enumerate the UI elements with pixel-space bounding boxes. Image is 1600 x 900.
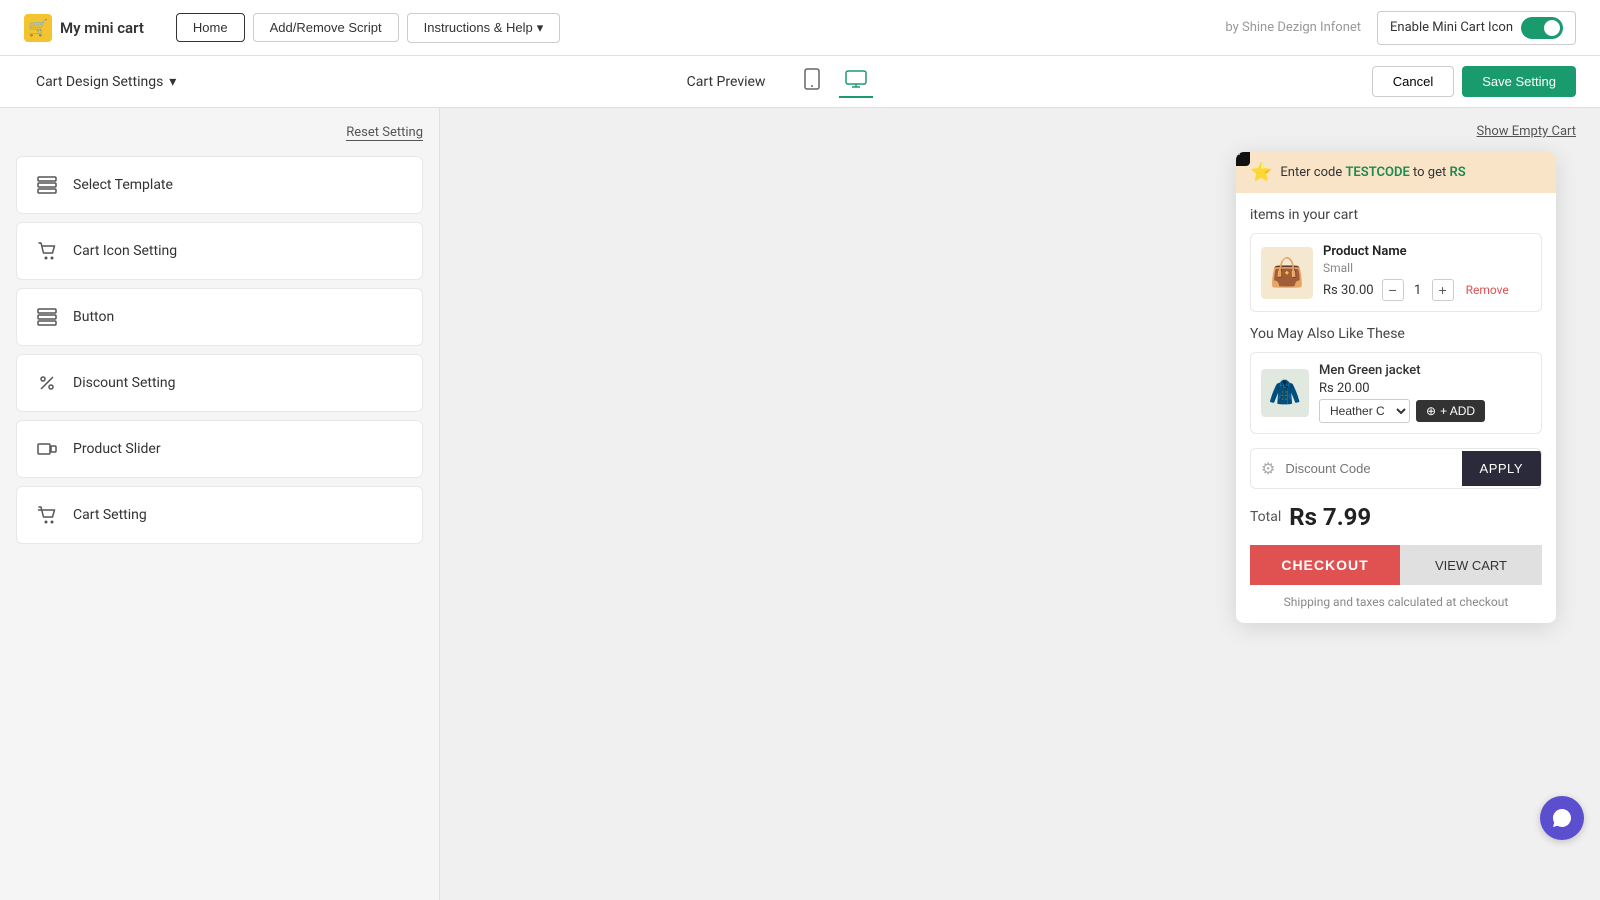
device-icon-group (797, 64, 873, 100)
cart-preview-label: Cart Preview (687, 74, 766, 90)
quantity-controls: − 1 + (1382, 279, 1454, 301)
preview-area: Show Empty Cart ✕ ⭐ Enter code TESTCODE … (440, 108, 1600, 900)
sidebar-item-label: Product Slider (73, 441, 161, 457)
desktop-view-icon[interactable] (839, 66, 873, 98)
show-empty-cart-link[interactable]: Show Empty Cart (1476, 124, 1576, 139)
cart-section-title: items in your cart (1250, 207, 1542, 223)
app-title: My mini cart (60, 19, 144, 37)
total-row: Total Rs 7.99 (1250, 503, 1542, 531)
cart-item-price-row: Rs 30.00 − 1 + Remove (1323, 279, 1531, 301)
remove-item-link[interactable]: Remove (1466, 283, 1509, 297)
sidebar-item-label: Cart Setting (73, 507, 147, 523)
cart-item-price: Rs 30.00 (1323, 283, 1374, 298)
sidebar-item-label: Cart Icon Setting (73, 243, 177, 259)
cart-icon-setting-icon (33, 237, 61, 265)
cart-item-name: Product Name (1323, 244, 1531, 259)
checkout-buttons: CHECKOUT VIEW CART (1250, 545, 1542, 585)
qty-increase-button[interactable]: + (1432, 279, 1454, 301)
app-logo: 🛒 My mini cart (24, 14, 144, 42)
select-template-icon (33, 171, 61, 199)
discount-setting-icon (33, 369, 61, 397)
chat-bubble-button[interactable] (1540, 796, 1584, 840)
total-amount: Rs 7.99 (1289, 503, 1371, 531)
logo-icon: 🛒 (24, 14, 52, 42)
reset-setting-link[interactable]: Reset Setting (16, 124, 423, 140)
save-setting-button[interactable]: Save Setting (1462, 66, 1576, 97)
top-nav-bar: 🛒 My mini cart Home Add/Remove Script In… (0, 0, 1600, 56)
cart-design-settings-button[interactable]: Cart Design Settings ▾ (24, 68, 188, 96)
sidebar-item-cart-setting[interactable]: Cart Setting (16, 486, 423, 544)
also-like-price: Rs 20.00 (1319, 381, 1531, 396)
sidebar-item-cart-icon-setting[interactable]: Cart Icon Setting (16, 222, 423, 280)
enable-mini-cart-label: Enable Mini Cart Icon (1390, 20, 1513, 35)
discount-row: ⚙ APPLY (1250, 448, 1542, 489)
second-bar-actions: Cancel Save Setting (1372, 66, 1576, 97)
cart-setting-icon (33, 501, 61, 529)
cancel-button[interactable]: Cancel (1372, 66, 1454, 97)
second-bar: Cart Design Settings ▾ Cart Preview Canc… (0, 56, 1600, 108)
preview-center: Cart Preview (687, 64, 874, 100)
sidebar-item-button[interactable]: Button (16, 288, 423, 346)
promo-text: Enter code TESTCODE to get RS (1280, 165, 1465, 180)
chevron-down-icon-2: ▾ (169, 74, 176, 90)
checkout-button[interactable]: CHECKOUT (1250, 545, 1400, 585)
also-like-card: 🧥 Men Green jacket Rs 20.00 Heather C He… (1250, 352, 1542, 434)
cart-item-image: 👜 (1261, 247, 1313, 299)
also-like-name: Men Green jacket (1319, 363, 1531, 378)
sidebar-item-product-slider[interactable]: Product Slider (16, 420, 423, 478)
top-nav-buttons: Home Add/Remove Script Instructions & He… (176, 13, 560, 43)
top-nav-right: by Shine Dezign Infonet Enable Mini Cart… (1225, 11, 1576, 45)
sidebar-item-label: Discount Setting (73, 375, 176, 391)
apply-discount-button[interactable]: APPLY (1462, 451, 1541, 486)
button-icon (33, 303, 61, 331)
cart-item-details: Product Name Small Rs 30.00 − 1 + Remove (1323, 244, 1531, 301)
view-cart-button[interactable]: VIEW CART (1400, 545, 1542, 585)
cart-body: items in your cart 👜 Product Name Small … (1236, 193, 1556, 623)
sidebar-item-discount-setting[interactable]: Discount Setting (16, 354, 423, 412)
qty-decrease-button[interactable]: − (1382, 279, 1404, 301)
cart-design-settings-label: Cart Design Settings (36, 74, 163, 90)
brand-text: by Shine Dezign Infonet (1225, 20, 1361, 35)
add-icon: ⊕ (1426, 404, 1436, 418)
sidebar-item-select-template[interactable]: Select Template (16, 156, 423, 214)
chevron-down-icon: ▾ (537, 20, 544, 36)
cart-item-card: 👜 Product Name Small Rs 30.00 − 1 + Remo… (1250, 233, 1542, 312)
cart-widget: ✕ ⭐ Enter code TESTCODE to get RS items … (1236, 152, 1556, 623)
add-remove-script-button[interactable]: Add/Remove Script (253, 13, 399, 42)
also-like-title: You May Also Like These (1250, 326, 1542, 342)
main-layout: Reset Setting Select Template Cart Icon … (0, 108, 1600, 900)
instructions-help-button[interactable]: Instructions & Help ▾ (407, 13, 561, 43)
sidebar-item-label: Select Template (73, 177, 173, 193)
mobile-view-icon[interactable] (797, 64, 827, 100)
also-like-controls: Heather C Heather M Heather L ⊕ + ADD (1319, 399, 1531, 423)
cart-close-button[interactable]: ✕ (1236, 152, 1250, 166)
discount-code-icon: ⚙ (1251, 449, 1285, 488)
qty-value: 1 (1408, 283, 1428, 298)
also-like-image: 🧥 (1261, 369, 1309, 417)
home-button[interactable]: Home (176, 13, 245, 42)
sidebar: Reset Setting Select Template Cart Icon … (0, 108, 440, 900)
cart-item-size: Small (1323, 261, 1531, 275)
promo-banner: ⭐ Enter code TESTCODE to get RS (1236, 152, 1556, 193)
promo-icon: ⭐ (1250, 162, 1272, 183)
sidebar-item-label: Button (73, 309, 114, 325)
also-like-details: Men Green jacket Rs 20.00 Heather C Heat… (1319, 363, 1531, 423)
variant-select[interactable]: Heather C Heather M Heather L (1319, 399, 1410, 423)
shipping-note: Shipping and taxes calculated at checkou… (1250, 595, 1542, 609)
product-slider-icon (33, 435, 61, 463)
enable-mini-cart-toggle-container: Enable Mini Cart Icon (1377, 11, 1576, 45)
discount-code-input[interactable] (1285, 451, 1461, 486)
total-label: Total (1250, 509, 1281, 525)
add-to-cart-button[interactable]: ⊕ + ADD (1416, 400, 1485, 422)
enable-mini-cart-toggle[interactable] (1521, 17, 1563, 39)
